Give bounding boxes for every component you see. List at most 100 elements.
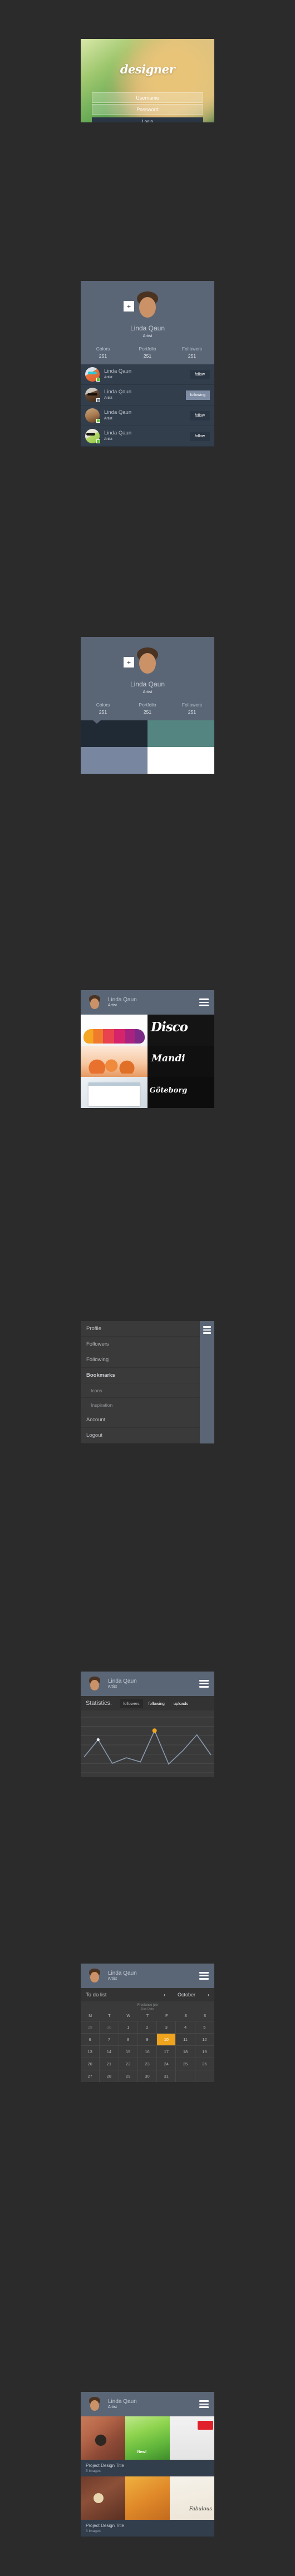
list-item[interactable]: Linda Qaun Artist follow bbox=[81, 426, 214, 447]
color-swatch-grid bbox=[81, 720, 214, 774]
hamburger-menu-icon[interactable] bbox=[199, 1680, 209, 1688]
menu-item-bookmarks[interactable]: Bookmarks bbox=[81, 1368, 200, 1383]
calendar-day[interactable]: 29 bbox=[81, 2021, 100, 2033]
calendar-day[interactable]: 3 bbox=[157, 2021, 176, 2033]
stat-colors[interactable]: Colors 251 bbox=[81, 346, 125, 359]
calendar-day[interactable]: 20 bbox=[81, 2058, 100, 2070]
menu-item-profile[interactable]: Profile bbox=[81, 1321, 200, 1337]
calendar-day[interactable]: 28 bbox=[100, 2070, 119, 2082]
menu-item-logout[interactable]: Logout bbox=[81, 1428, 200, 1443]
portfolio-item[interactable] bbox=[148, 1015, 214, 1046]
calendar-day[interactable]: 7 bbox=[100, 2033, 119, 2045]
calendar-dow: W bbox=[126, 2014, 130, 2018]
profile-hero: + Linda Qaun Artist Colors 251 Portfolio… bbox=[81, 637, 214, 724]
follow-button[interactable]: follow bbox=[190, 411, 210, 421]
following-button[interactable]: following bbox=[185, 390, 210, 400]
calendar-day[interactable]: 5 bbox=[195, 2021, 214, 2033]
calendar-day[interactable]: 26 bbox=[195, 2058, 214, 2070]
calendar-day[interactable]: 23 bbox=[137, 2058, 158, 2070]
list-item[interactable]: Linda Qaun Artist follow bbox=[81, 406, 214, 426]
hamburger-menu-icon[interactable] bbox=[199, 998, 209, 1006]
status-badge bbox=[96, 398, 100, 402]
project-card[interactable]: Project Design Title 5 Images bbox=[81, 2416, 214, 2476]
tab-following[interactable]: following bbox=[145, 1699, 168, 1708]
add-photo-icon[interactable]: + bbox=[124, 301, 134, 312]
calendar-day[interactable]: 21 bbox=[100, 2058, 119, 2070]
statistics-chart[interactable] bbox=[81, 1710, 214, 1777]
calendar-day[interactable]: 22 bbox=[119, 2058, 138, 2070]
prev-month-button[interactable]: ‹ bbox=[164, 1992, 165, 1997]
avatar[interactable] bbox=[86, 2396, 103, 2412]
calendar-day[interactable]: 4 bbox=[176, 2021, 195, 2033]
color-swatch-white[interactable] bbox=[148, 747, 214, 774]
portfolio-item[interactable] bbox=[148, 1046, 214, 1077]
username-input[interactable]: Username bbox=[92, 92, 203, 103]
calendar-day[interactable]: 12 bbox=[195, 2033, 214, 2045]
profile-stats: Colors 251 Portfolio 251 Followers 251 bbox=[81, 694, 214, 720]
hamburger-menu-icon[interactable] bbox=[203, 1326, 211, 1443]
stat-portfolio[interactable]: Portfolio 251 bbox=[125, 346, 170, 359]
calendar-day[interactable]: 9 bbox=[137, 2033, 158, 2045]
add-photo-icon[interactable]: + bbox=[124, 657, 134, 668]
menu-item-account[interactable]: Account bbox=[81, 1412, 200, 1428]
next-month-button[interactable]: › bbox=[208, 1992, 209, 1997]
calendar-day[interactable] bbox=[195, 2070, 214, 2082]
calendar-day[interactable]: 14 bbox=[100, 2045, 119, 2058]
calendar-day[interactable]: 31 bbox=[157, 2070, 176, 2082]
list-item[interactable]: Linda Qaun Artist follow bbox=[81, 364, 214, 385]
calendar-day[interactable]: 29 bbox=[119, 2070, 138, 2082]
calendar-day[interactable]: 1 bbox=[119, 2021, 138, 2033]
calendar-day[interactable]: 24 bbox=[157, 2058, 176, 2070]
calendar-day[interactable]: 8 bbox=[119, 2033, 138, 2045]
calendar-day[interactable]: 19 bbox=[195, 2045, 214, 2058]
calendar-day[interactable]: 17 bbox=[157, 2045, 176, 2058]
menu-item-icons[interactable]: Icons bbox=[81, 1383, 200, 1398]
hamburger-menu-icon[interactable] bbox=[199, 2400, 209, 2408]
portfolio-item[interactable] bbox=[81, 1077, 148, 1108]
calendar-day[interactable] bbox=[176, 2070, 195, 2082]
calendar-day[interactable]: 6 bbox=[81, 2033, 100, 2045]
stat-followers[interactable]: Followers 251 bbox=[170, 346, 214, 359]
follow-button[interactable]: follow bbox=[190, 431, 210, 441]
page-title: To do list bbox=[86, 1991, 107, 1998]
hamburger-menu-icon[interactable] bbox=[199, 1972, 209, 1980]
project-card[interactable]: Project Design Title 3 Images bbox=[81, 2476, 214, 2537]
portfolio-item[interactable] bbox=[148, 1077, 214, 1108]
menu-item-inspiration[interactable]: Inspiration bbox=[81, 1398, 200, 1412]
calendar-note: Freelance job Due Date bbox=[81, 2001, 214, 2012]
calendar-day[interactable]: 2 bbox=[137, 2021, 158, 2033]
calendar-day[interactable]: 25 bbox=[176, 2058, 195, 2070]
calendar-day[interactable]: 16 bbox=[137, 2045, 158, 2058]
password-input[interactable]: Password bbox=[92, 104, 203, 115]
tab-uploads[interactable]: uploads bbox=[170, 1699, 191, 1708]
calendar-day[interactable]: 30 bbox=[137, 2070, 158, 2082]
color-swatch-blue-gray[interactable] bbox=[81, 747, 148, 774]
calendar-day[interactable]: 10 bbox=[157, 2033, 176, 2045]
calendar-day[interactable]: 27 bbox=[81, 2070, 100, 2082]
calendar-day[interactable]: 11 bbox=[176, 2033, 195, 2045]
login-button[interactable]: Login bbox=[92, 117, 203, 122]
portfolio-item[interactable] bbox=[81, 1015, 148, 1046]
calendar-grid[interactable]: M T W T F S S 29 30 1 2 3 4 5 6 7 8 9 10 11 12 13 14 15 16 17 18 19… bbox=[81, 2012, 214, 2082]
menu-item-followers[interactable]: Followers bbox=[81, 1337, 200, 1352]
avatar[interactable]: + bbox=[124, 289, 164, 321]
avatar[interactable] bbox=[86, 1967, 103, 1984]
project-thumbnail bbox=[125, 2416, 170, 2460]
color-swatch-teal[interactable] bbox=[148, 720, 214, 747]
calendar-day[interactable]: 30 bbox=[100, 2021, 119, 2033]
stat-portfolio[interactable]: Portfolio 251 bbox=[125, 702, 170, 715]
color-swatch-dark-navy[interactable] bbox=[81, 720, 148, 747]
stat-followers[interactable]: Followers 251 bbox=[170, 702, 214, 715]
calendar-day[interactable]: 18 bbox=[176, 2045, 195, 2058]
avatar[interactable] bbox=[86, 1675, 103, 1692]
calendar-day[interactable]: 15 bbox=[119, 2045, 138, 2058]
follow-button[interactable]: follow bbox=[190, 369, 210, 379]
avatar[interactable]: + bbox=[124, 645, 164, 677]
list-item[interactable]: Linda Qaun Artist following bbox=[81, 385, 214, 406]
portfolio-item[interactable] bbox=[81, 1046, 148, 1077]
calendar-day[interactable]: 13 bbox=[81, 2045, 100, 2058]
tab-followers[interactable]: followers bbox=[120, 1698, 143, 1708]
stat-colors[interactable]: Colors 251 bbox=[81, 702, 125, 715]
menu-item-following[interactable]: Following bbox=[81, 1352, 200, 1368]
avatar[interactable] bbox=[86, 994, 103, 1011]
